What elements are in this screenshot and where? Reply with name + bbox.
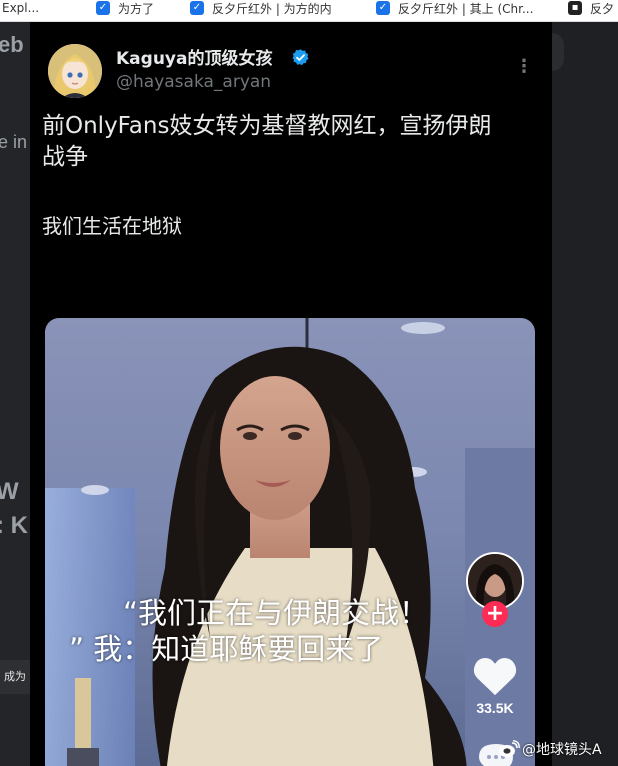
author-display-name[interactable]: Kaguya的顶级女孩 xyxy=(116,44,272,69)
bookmark-item[interactable]: ✓ 反夕斤红外 | 为方的内 xyxy=(190,1,332,16)
bookmark-item[interactable]: Expl... xyxy=(2,1,39,15)
bookmark-item[interactable]: ▪ 反夕 xyxy=(568,1,614,16)
tweet-text: 前OnlyFans妓女转为基督教网红，宣扬伊朗战争 xyxy=(42,113,492,170)
bookmark-icon: ▪ xyxy=(568,1,582,15)
video-caption-line: ” 我：知道耶稣要回来了 xyxy=(69,632,384,666)
bookmarks-bar: Expl... ✓ 为方了 ✓ 反夕斤红外 | 为方的内 ✓ 反夕斤红外 | 其… xyxy=(0,0,618,22)
more-options-icon[interactable]: ⋮ xyxy=(514,56,534,78)
background-text: eb xyxy=(0,32,24,57)
bookmark-icon: ✓ xyxy=(376,1,390,15)
weibo-icon xyxy=(499,740,520,757)
background-text: W xyxy=(0,478,19,505)
tweet-subtext: 我们生活在地狱 xyxy=(42,214,182,238)
background-text: e in xyxy=(0,132,28,152)
bookmark-icon: ✓ xyxy=(190,1,204,15)
like-heart-icon[interactable] xyxy=(472,655,518,697)
follow-plus-icon[interactable]: + xyxy=(482,601,508,627)
bookmark-item[interactable]: ✓ 为方了 xyxy=(96,1,154,16)
like-count: 33.5K xyxy=(476,700,514,716)
background-text: : K xyxy=(0,512,28,539)
background-pill xyxy=(552,33,564,71)
avatar[interactable] xyxy=(48,44,102,98)
author-handle[interactable]: @hayasaka_aryan xyxy=(116,72,271,92)
background-page-right xyxy=(552,22,618,766)
verified-badge-icon xyxy=(292,49,309,66)
video-player[interactable]: “我们正在与伊朗交战！ ” 我：知道耶稣要回来了 + 33.5K xyxy=(45,318,535,766)
bookmark-item[interactable]: ✓ 反夕斤红外 | 其上 (Chr... xyxy=(376,1,533,16)
video-frame xyxy=(45,318,535,766)
watermark: @地球镜头A xyxy=(498,738,602,760)
watermark-text: @地球镜头A xyxy=(522,742,602,758)
background-button[interactable]: 成为 xyxy=(0,660,30,694)
bookmark-icon: ✓ xyxy=(96,1,110,15)
